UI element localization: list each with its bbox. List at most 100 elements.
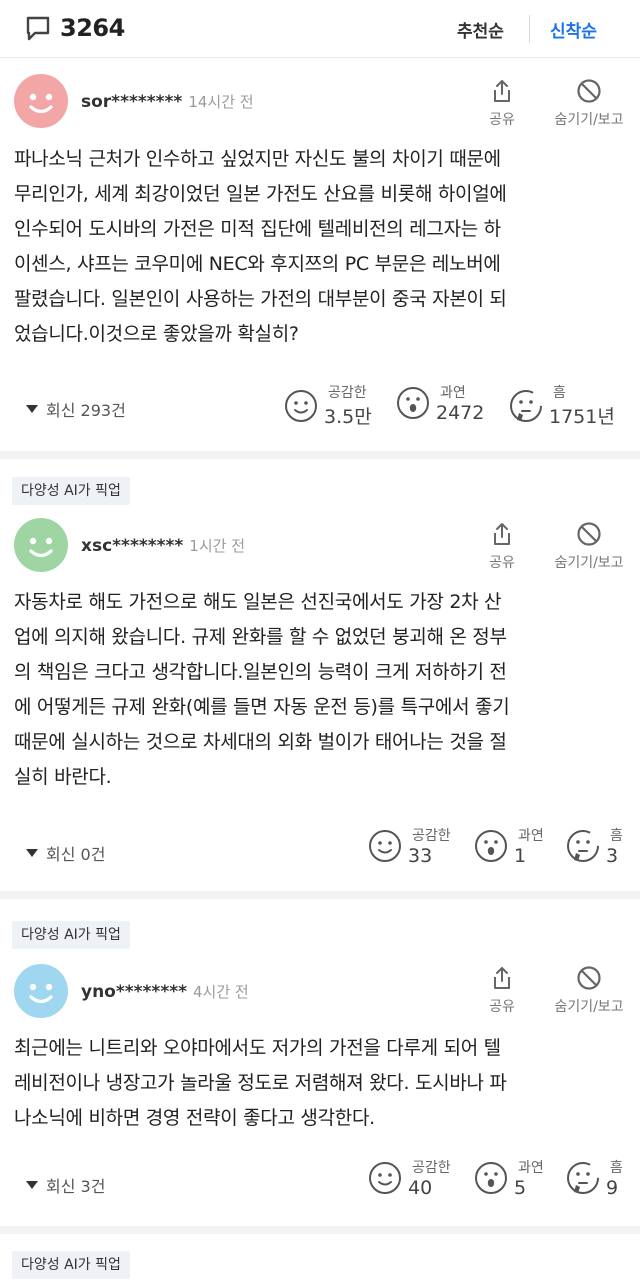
- hide-report-label: 숨기기/보고: [554, 112, 624, 128]
- comment-card: yno******** 4시간 전 공유 숨기기/보고 최근에는 니트리와 오야마…: [0, 951, 640, 1226]
- block-icon: [577, 79, 601, 103]
- comment-line: 인수되어 도시바의 가전은 미적 집단에 텔레비전의 레그자는 하: [14, 218, 501, 240]
- comment-line: 의 책임은 크다고 생각합니다.일본인의 능력이 크게 저하하기 전: [14, 661, 507, 683]
- comments-header: 3264 추천순 신착순: [0, 0, 640, 58]
- timestamp: 1시간 전: [189, 537, 246, 555]
- avatar: [14, 518, 68, 572]
- comment-line: 무리인가, 세계 최강이었던 일본 가전도 산요를 비롯해 하이얼에: [14, 183, 507, 205]
- comment-count-group: 3264: [24, 14, 125, 42]
- share-icon: [494, 80, 510, 102]
- triangle-down-icon: [26, 849, 38, 857]
- comment-line: 업에 의지해 왔습니다. 규제 완화를 할 수 없었던 붕괴해 온 정부: [14, 626, 507, 648]
- comment-line: 에 어떻게든 규제 완화(예를 들면 자동 운전 등)를 특구에서 좋기: [14, 696, 510, 718]
- comment-line: 자동차로 해도 가전으로 해도 일본은 선진국에서도 가장 2차 산: [14, 591, 502, 613]
- username[interactable]: sor******** 14시간 전: [81, 91, 254, 112]
- comment-line: 레비전이나 냉장고가 놀라울 정도로 저렴해져 왔다. 도시바나 파: [14, 1072, 507, 1094]
- reaction-label: 과연: [518, 828, 544, 844]
- reaction-empathy-button[interactable]: 공감한 33: [368, 825, 451, 867]
- share-icon: [494, 967, 510, 989]
- comment-line: 팔렸습니다. 일본인이 사용하는 가전의 대부분이 중국 자본이 되: [14, 288, 507, 310]
- reaction-indeed-button[interactable]: 과연 1: [474, 825, 544, 867]
- username-text[interactable]: xsc********: [81, 536, 183, 556]
- share-label: 공유: [489, 555, 515, 571]
- reaction-count: 33: [408, 845, 433, 867]
- comment-separator: [0, 451, 640, 459]
- timestamp: 14시간 전: [188, 93, 254, 111]
- replies-count: 회신 3건: [46, 1177, 106, 1196]
- share-icon: [494, 523, 510, 545]
- reaction-label: 공감한: [328, 385, 367, 401]
- reaction-count: 5: [514, 1177, 527, 1199]
- smile-face-icon: [369, 1162, 401, 1194]
- comment-card: xsc******** 1시간 전 공유 숨기기/보고 자동차로 해도 가전으로 …: [0, 507, 640, 891]
- comment-line: 파나소닉 근처가 인수하고 싶었지만 자신도 불의 차이기 때문에: [14, 148, 501, 170]
- reaction-count: 1751년: [549, 406, 615, 428]
- username[interactable]: xsc******** 1시간 전: [81, 535, 245, 556]
- share-label: 공유: [489, 112, 515, 128]
- reaction-count: 1: [514, 845, 527, 867]
- replies-count: 회신 0건: [46, 845, 106, 864]
- ai-pickup-badge: 다양성 AI가 픽업: [12, 1251, 130, 1279]
- comment-body: 자동차로 해도 가전으로 해도 일본은 선진국에서도 가장 2차 산 업에 의지…: [14, 585, 628, 795]
- reaction-label: 흠: [553, 385, 566, 401]
- reaction-count: 3.5만: [324, 406, 372, 428]
- sort-recommend-button[interactable]: 추천순: [457, 17, 504, 42]
- avatar: [14, 964, 68, 1018]
- ai-pickup-badge: 다양성 AI가 픽업: [12, 921, 130, 949]
- username[interactable]: yno******** 4시간 전: [81, 981, 249, 1002]
- comment-body: 파나소닉 근처가 인수하고 싶었지만 자신도 불의 차이기 때문에 무리인가, …: [14, 142, 628, 352]
- replies-toggle[interactable]: 회신 3건: [26, 1173, 105, 1197]
- sort-divider: [529, 15, 530, 43]
- avatar: [14, 74, 68, 128]
- reaction-count: 9: [606, 1177, 619, 1199]
- replies-toggle[interactable]: 회신 0건: [26, 841, 105, 865]
- hide-report-button[interactable]: 숨기기/보고: [544, 965, 634, 1016]
- triangle-down-icon: [26, 405, 38, 413]
- comment-line: 었습니다.이것으로 좋았을까 확실히?: [14, 323, 299, 345]
- reaction-indeed-button[interactable]: 과연 5: [474, 1157, 544, 1199]
- comment-line: 이센스, 샤프는 코우미에 NEC와 후지쯔의 PC 부문은 레노버에: [14, 253, 501, 275]
- triangle-down-icon: [26, 1181, 38, 1189]
- hide-report-button[interactable]: 숨기기/보고: [544, 78, 634, 129]
- comment-line: 실히 바란다.: [14, 766, 112, 788]
- hide-report-label: 숨기기/보고: [554, 999, 624, 1015]
- sort-latest-button[interactable]: 신착순: [550, 17, 597, 42]
- reaction-label: 흠: [610, 1160, 623, 1176]
- reaction-label: 과연: [440, 385, 466, 401]
- reaction-hmm-button[interactable]: 흠3: [566, 825, 623, 867]
- smile-face-icon: [369, 830, 401, 862]
- comment-card: sor******** 14시간 전 공유 숨기기/보고 파나소닉 근처가 인수하…: [0, 58, 640, 451]
- reaction-empathy-button[interactable]: 공감한 40: [368, 1157, 451, 1199]
- reaction-hmm-button[interactable]: 흠 1751년: [509, 382, 615, 429]
- share-button[interactable]: 공유: [484, 965, 520, 1016]
- surprised-face-icon: [475, 1162, 507, 1194]
- reaction-indeed-button[interactable]: 과연 2472: [396, 382, 484, 424]
- reaction-empathy-button[interactable]: 공감한 3.5만: [284, 382, 372, 429]
- reaction-label: 공감한: [412, 828, 451, 844]
- replies-toggle[interactable]: 회신 293건: [26, 397, 126, 421]
- comment-line: 최근에는 니트리와 오야마에서도 저가의 가전을 다루게 되어 텔: [14, 1037, 501, 1059]
- share-button[interactable]: 공유: [484, 521, 520, 572]
- comment-body: 최근에는 니트리와 오야마에서도 저가의 가전을 다루게 되어 텔 레비전이나 …: [14, 1031, 628, 1136]
- timestamp: 4시간 전: [192, 983, 249, 1001]
- reaction-label: 공감한: [412, 1160, 451, 1176]
- block-icon: [577, 522, 601, 546]
- surprised-face-icon: [475, 830, 507, 862]
- comment-count: 3264: [60, 14, 125, 42]
- hide-report-label: 숨기기/보고: [554, 555, 624, 571]
- reaction-label: 과연: [518, 1160, 544, 1176]
- reaction-count: 40: [408, 1177, 433, 1199]
- comment-line: 나소닉에 비하면 경영 전략이 좋다고 생각한다.: [14, 1107, 375, 1129]
- smile-face-icon: [285, 389, 317, 422]
- replies-count: 회신 293건: [46, 401, 126, 420]
- reaction-count: 2472: [436, 402, 485, 424]
- reaction-count: 3: [606, 845, 619, 867]
- username-text[interactable]: sor********: [81, 92, 182, 112]
- reaction-hmm-button[interactable]: 흠9: [566, 1157, 623, 1199]
- share-button[interactable]: 공유: [484, 78, 520, 129]
- hide-report-button[interactable]: 숨기기/보고: [544, 521, 634, 572]
- comment-line: 때문에 실시하는 것으로 차세대의 외화 벌이가 태어나는 것을 절: [14, 731, 507, 753]
- block-icon: [577, 966, 601, 990]
- username-text[interactable]: yno********: [81, 982, 187, 1002]
- ai-pickup-badge: 다양성 AI가 픽업: [12, 477, 130, 505]
